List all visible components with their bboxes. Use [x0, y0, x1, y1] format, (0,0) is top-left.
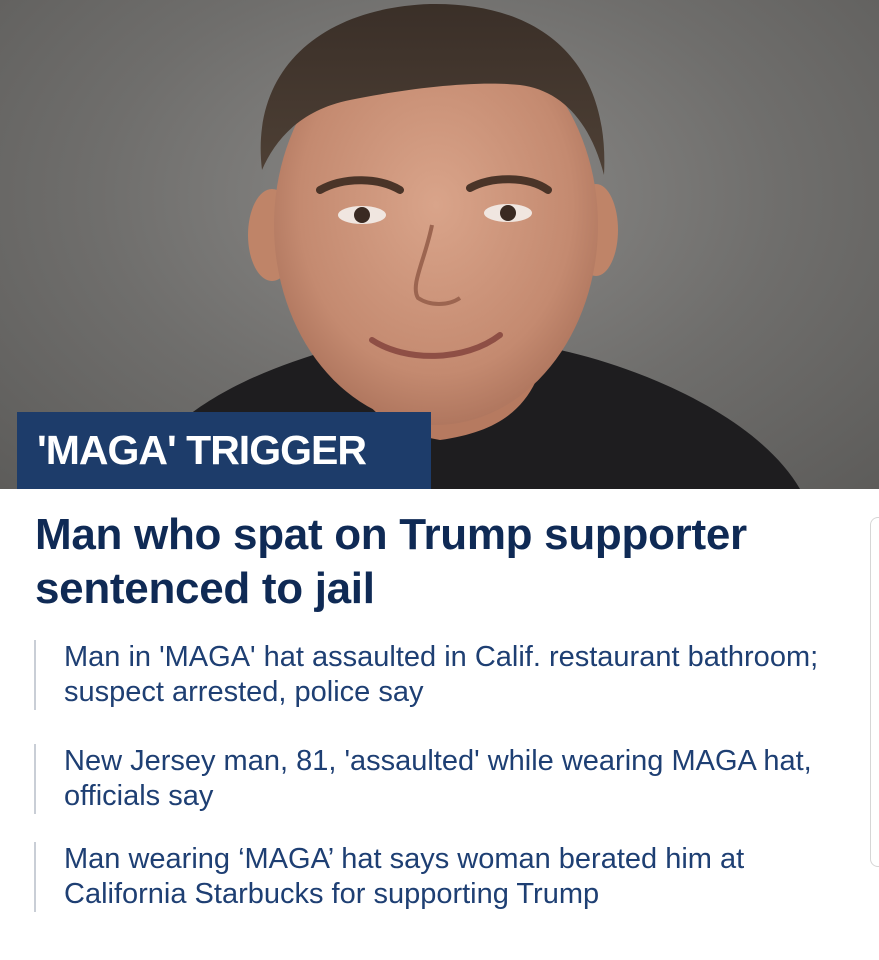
related-article-link[interactable]: New Jersey man, 81, 'assaulted' while we…: [34, 744, 854, 814]
related-article-link[interactable]: Man wearing ‘MAGA’ hat says woman berate…: [34, 842, 854, 912]
article-headline[interactable]: Man who spat on Trump supporter sentence…: [35, 508, 845, 616]
next-card-edge[interactable]: [870, 517, 879, 867]
category-tag[interactable]: 'MAGA' TRIGGER: [17, 412, 431, 489]
related-articles-list: Man in 'MAGA' hat assaulted in Calif. re…: [34, 640, 854, 946]
hero-image[interactable]: 'MAGA' TRIGGER: [0, 0, 879, 489]
related-article-link[interactable]: Man in 'MAGA' hat assaulted in Calif. re…: [34, 640, 854, 710]
